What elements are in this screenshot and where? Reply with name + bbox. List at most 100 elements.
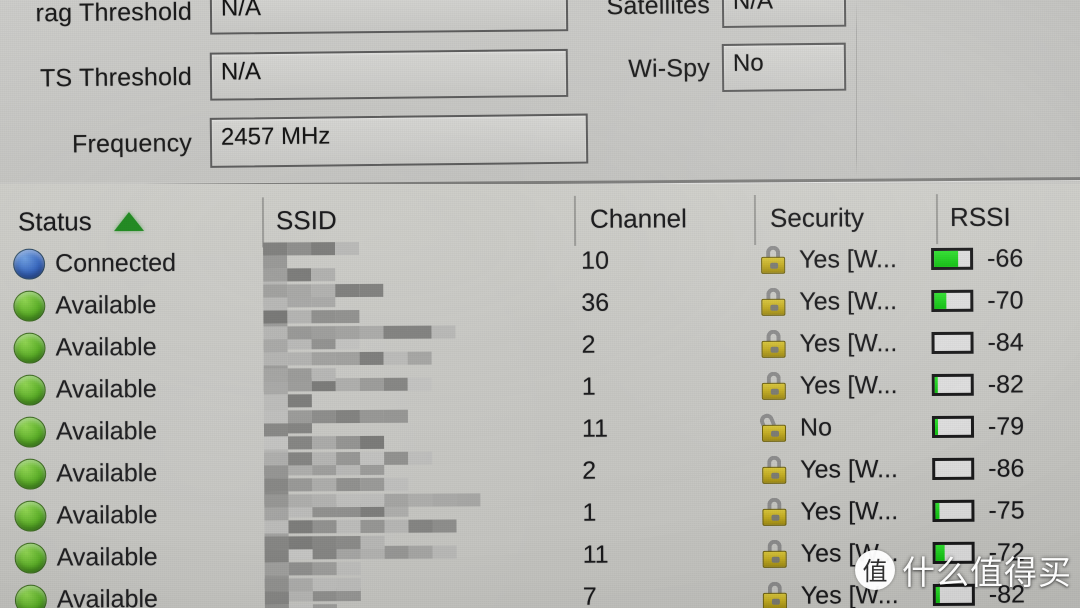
network-list: Status SSID Channel Security RSSI Connec… bbox=[0, 184, 1080, 608]
wi-spy-field[interactable]: No bbox=[721, 42, 847, 92]
cell-rssi: -66 bbox=[931, 237, 1080, 280]
status-label: Available bbox=[55, 332, 157, 362]
signal-strength-bar bbox=[932, 499, 975, 522]
column-header-ssid[interactable]: SSID bbox=[276, 193, 337, 247]
signal-strength-bar bbox=[931, 331, 974, 354]
cell-rssi: -70 bbox=[931, 279, 1080, 322]
frequency-label: Frequency bbox=[71, 128, 193, 158]
table-row[interactable]: Available 36 Yes [W... -70 bbox=[0, 279, 1080, 350]
lock-open-icon bbox=[757, 411, 787, 442]
cell-channel: 2 bbox=[582, 456, 597, 485]
cell-ssid bbox=[263, 408, 560, 476]
header-separator bbox=[753, 194, 757, 245]
site-watermark: 值 什么值得买 bbox=[855, 546, 1072, 594]
cell-channel: 1 bbox=[582, 498, 597, 527]
cell-rssi: -75 bbox=[932, 489, 1080, 532]
cell-ssid bbox=[264, 576, 561, 608]
column-header-status[interactable]: Status bbox=[18, 193, 258, 248]
ssid-censored-mosaic bbox=[263, 409, 408, 476]
table-row[interactable]: Available 2 Yes [W... -86 bbox=[0, 447, 1080, 518]
cell-ssid bbox=[264, 450, 560, 518]
status-available-icon bbox=[13, 416, 47, 448]
ssid-censored-mosaic bbox=[263, 325, 456, 392]
panel-edge-divider bbox=[856, 0, 857, 176]
column-header-rssi[interactable]: RSSI bbox=[950, 190, 1011, 244]
cell-ssid bbox=[263, 366, 560, 434]
security-label: Yes [W... bbox=[800, 496, 899, 526]
frag-threshold-label: rag Threshold bbox=[35, 0, 193, 27]
form-row-frequency: Frequency 2457 MHz bbox=[0, 113, 589, 171]
cell-status: Available bbox=[13, 410, 254, 453]
lock-closed-icon bbox=[761, 329, 786, 358]
cell-rssi: -79 bbox=[931, 405, 1080, 448]
signal-strength-bar bbox=[931, 289, 974, 312]
security-label: Yes [W... bbox=[799, 370, 898, 400]
rssi-value: -86 bbox=[988, 453, 1025, 483]
cell-security: Yes [W... bbox=[761, 280, 931, 323]
form-row-frag-threshold: rag Threshold N/A bbox=[0, 0, 569, 37]
header-separator bbox=[573, 195, 577, 246]
table-row[interactable]: Available 11 No -79 bbox=[0, 405, 1080, 476]
security-label: Yes [W... bbox=[800, 454, 899, 484]
column-header-security[interactable]: Security bbox=[770, 190, 864, 244]
table-row[interactable]: Available 1 Yes [W... -75 bbox=[0, 489, 1080, 560]
column-header-channel-label: Channel bbox=[589, 202, 687, 234]
watermark-text: 什么值得买 bbox=[902, 553, 1072, 592]
table-row[interactable]: Available 2 Yes [W... -84 bbox=[0, 321, 1080, 392]
cell-channel: 2 bbox=[581, 330, 596, 359]
cell-status: Available bbox=[13, 326, 253, 369]
status-label: Available bbox=[56, 584, 158, 608]
lock-closed-icon bbox=[761, 287, 786, 316]
table-row[interactable]: Connected 10 Yes [W... -66 bbox=[0, 237, 1080, 308]
frag-threshold-field[interactable]: N/A bbox=[209, 0, 569, 35]
lock-closed-icon bbox=[761, 371, 786, 400]
status-label: Available bbox=[56, 542, 158, 572]
cell-ssid bbox=[263, 324, 559, 392]
frequency-field[interactable]: 2457 MHz bbox=[209, 113, 589, 168]
cell-channel: 7 bbox=[582, 582, 597, 608]
cell-channel: 10 bbox=[581, 246, 610, 275]
status-label: Connected bbox=[55, 248, 177, 278]
signal-strength-bar bbox=[931, 247, 974, 270]
rts-threshold-field[interactable]: N/A bbox=[209, 48, 569, 101]
rssi-value: -66 bbox=[987, 243, 1024, 273]
sort-ascending-icon bbox=[113, 211, 144, 231]
cell-channel: 1 bbox=[581, 372, 596, 401]
security-label: Yes [W... bbox=[799, 244, 897, 274]
cell-rssi: -86 bbox=[932, 447, 1080, 490]
ssid-censored-mosaic bbox=[264, 493, 481, 560]
rssi-value: -75 bbox=[988, 495, 1025, 525]
cell-ssid bbox=[264, 492, 560, 560]
cell-channel: 11 bbox=[581, 414, 609, 443]
ssid-censored-mosaic bbox=[263, 283, 384, 350]
cell-security: Yes [W... bbox=[761, 238, 931, 281]
connection-details-panel: rag Threshold N/A TS Threshold N/A Frequ… bbox=[0, 0, 1080, 182]
table-row[interactable]: Available 1 Yes [W... -82 bbox=[0, 363, 1080, 434]
cell-ssid bbox=[263, 240, 559, 308]
status-available-icon bbox=[14, 500, 47, 532]
status-label: Available bbox=[55, 374, 157, 404]
security-label: Yes [W... bbox=[799, 286, 898, 316]
signal-strength-bar bbox=[932, 457, 975, 480]
security-label: No bbox=[799, 412, 833, 442]
wi-spy-label: Wi-Spy bbox=[628, 53, 711, 83]
status-label: Available bbox=[56, 500, 158, 530]
column-header-status-label: Status bbox=[17, 205, 92, 237]
ssid-censored-mosaic bbox=[263, 241, 360, 308]
cell-status: Available bbox=[13, 284, 253, 327]
ssid-censored-mosaic bbox=[264, 535, 385, 602]
satellites-field[interactable]: N/A bbox=[721, 0, 847, 28]
header-separator bbox=[261, 197, 265, 248]
lock-closed-icon bbox=[762, 581, 787, 608]
column-header-channel[interactable]: Channel bbox=[590, 191, 687, 245]
cell-status: Available bbox=[14, 536, 255, 579]
lock-closed-icon bbox=[762, 539, 787, 568]
security-label: Yes [W... bbox=[799, 328, 898, 358]
satellites-label: Satellites bbox=[606, 0, 711, 20]
status-label: Available bbox=[55, 416, 158, 446]
signal-strength-bar bbox=[931, 415, 975, 438]
cell-channel: 11 bbox=[582, 540, 609, 569]
status-available-icon bbox=[14, 542, 47, 574]
watermark-badge-icon: 值 bbox=[855, 550, 895, 590]
status-available-icon bbox=[14, 458, 47, 490]
